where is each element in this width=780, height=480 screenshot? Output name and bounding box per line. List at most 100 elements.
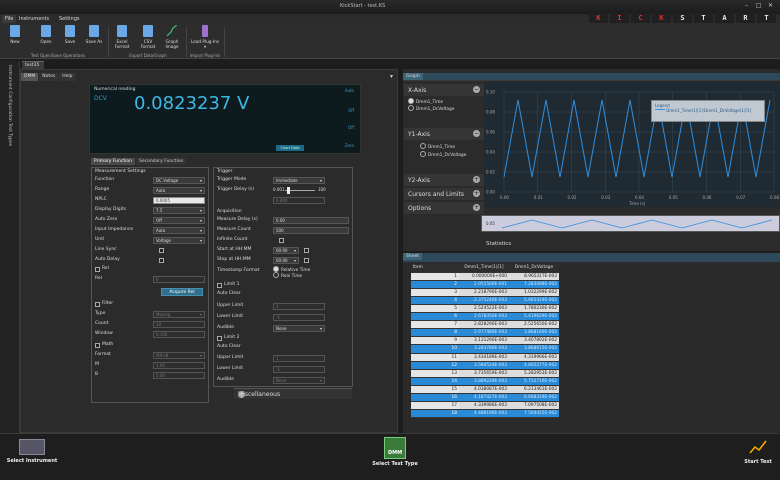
limit2-lower-input[interactable]: -1	[273, 366, 325, 373]
new-button[interactable]: New	[3, 25, 27, 44]
options-section[interactable]: Options +	[404, 202, 484, 214]
limit2-checkbox[interactable]	[217, 336, 222, 341]
measure-count-input[interactable]: 500	[273, 227, 349, 234]
table-row[interactable]: 11 3.434189E-003 4.319966E-002	[411, 353, 559, 362]
filter-checkbox[interactable]	[95, 302, 100, 307]
limit1-checkbox[interactable]	[217, 283, 222, 288]
tab-secondary-function[interactable]: Secondary Function	[135, 158, 187, 165]
overview-strip[interactable]: 0.05	[481, 215, 780, 232]
table-row[interactable]: 18 4.488196E-003 7.504425E-002	[411, 409, 559, 419]
y2-axis-section[interactable]: Y2-Axis +	[404, 174, 484, 186]
trigger-delay-input[interactable]: 0.000	[273, 197, 325, 204]
menu-settings[interactable]: Settings	[56, 15, 83, 23]
y1-time-checkbox[interactable]: Dmm1_Time	[408, 143, 455, 150]
function-select[interactable]: DC Voltage	[153, 177, 205, 184]
statistics-section[interactable]: Statistics	[404, 240, 780, 250]
measure-delay-input[interactable]: 0.00	[273, 217, 349, 224]
tab-primary-function[interactable]: Primary Function	[91, 158, 135, 165]
select-test-type-button[interactable]: DMM Select Test Type	[360, 437, 430, 467]
table-row[interactable]: 10 3.283780E-003 3.868615E-002	[411, 344, 559, 354]
filter-window-input[interactable]: 0.100	[153, 331, 205, 338]
select-instrument-button[interactable]: Select Instrument	[6, 439, 58, 464]
nplc-input[interactable]: 0.0005	[153, 197, 205, 204]
unit-select[interactable]: Voltage	[153, 237, 205, 244]
table-row[interactable]: 5 2.524522E-003 1.780230E-002	[411, 304, 559, 314]
menu-file[interactable]: File	[2, 15, 17, 23]
maximize-button[interactable]: □	[754, 2, 763, 10]
table-row[interactable]: 16 4.187427E-003 6.668319E-002	[411, 393, 559, 403]
stop-at-checkbox[interactable]	[304, 258, 309, 263]
filter-type-select[interactable]: Moving	[153, 311, 205, 318]
slider-thumb[interactable]	[287, 187, 290, 194]
close-button[interactable]: ✕	[766, 2, 775, 10]
csv-format-button[interactable]: CSV Format	[136, 25, 160, 49]
graph-image-button[interactable]: Graph Image	[160, 25, 184, 49]
x-axis-voltage-radio[interactable]: Dmm1_DcVoltage	[408, 105, 454, 112]
table-row[interactable]: 2 2.055500E-001 7.283088E-002	[411, 280, 559, 289]
miscellaneous-section[interactable]: Miscellaneous +	[234, 388, 352, 399]
sidebar-label[interactable]: Instrument Configuration Test Types	[7, 65, 12, 146]
excel-format-button[interactable]: Excel Format	[110, 25, 134, 49]
load-plugins-button[interactable]: Load Plug-Ins ▾	[190, 25, 220, 49]
limit2-audible-select[interactable]: None	[273, 377, 325, 384]
stop-at-input[interactable]: 00:00	[273, 257, 299, 264]
filter-count-input[interactable]: 10	[153, 321, 205, 328]
tab-sheet[interactable]: Sheet	[403, 253, 423, 260]
infinite-count-checkbox[interactable]	[279, 238, 284, 243]
table-row[interactable]: 14 3.889229E-003 5.752716E-002	[411, 377, 559, 386]
start-at-checkbox[interactable]	[304, 248, 309, 253]
x-axis-time-radio[interactable]: Dmm1_Time	[408, 98, 443, 105]
limit1-upper-input[interactable]: 1	[273, 303, 325, 310]
minimize-button[interactable]: –	[742, 2, 751, 10]
auto-zero-select[interactable]: Off	[153, 217, 205, 224]
table-row[interactable]: 13 3.735659E-003 5.282953E-002	[411, 369, 559, 378]
rel-input[interactable]: 0	[153, 276, 205, 283]
expand-icon[interactable]: +	[473, 204, 480, 211]
data-sheet[interactable]: Item Dmm1_Time(1)[1] Dmm1_DcVoltage 1 0.0…	[403, 262, 780, 433]
table-row[interactable]: 4 2.375240E-003 5.965424E-002	[411, 296, 559, 305]
limit2-upper-input[interactable]: 1	[273, 355, 325, 362]
table-row[interactable]: 7 2.828290E-003 2.525650E-002	[411, 320, 559, 330]
panel-menu-icon[interactable]: ▾	[390, 73, 393, 80]
tab-graph[interactable]: Graph	[403, 73, 423, 80]
tab-help[interactable]: Help	[59, 73, 76, 81]
table-row[interactable]: 17 4.339986E-003 7.097508E-002	[411, 401, 559, 411]
table-row[interactable]: 6 2.678350E-003 5.419629E-002	[411, 312, 559, 322]
line-sync-checkbox[interactable]	[159, 248, 164, 253]
cursors-limits-section[interactable]: Cursors and Limits +	[404, 188, 484, 200]
menu-instruments[interactable]: Instruments	[16, 15, 52, 23]
table-row[interactable]: 8 2.977480E-003 3.868160E-002	[411, 328, 559, 338]
start-test-button[interactable]: Start Test	[740, 439, 776, 465]
document-tab[interactable]: test35	[22, 61, 44, 69]
trigger-mode-select[interactable]: Immediate	[273, 177, 325, 184]
start-at-input[interactable]: 00:00	[273, 247, 299, 254]
save-button[interactable]: Save	[58, 25, 82, 44]
x-axis-section[interactable]: X-Axis −	[404, 84, 484, 96]
table-row[interactable]: 15 4.038087E-003 6.213461E-002	[411, 385, 559, 395]
rel-checkbox[interactable]	[95, 267, 100, 272]
collapse-icon[interactable]: −	[473, 130, 480, 137]
math-checkbox[interactable]	[95, 343, 100, 348]
input-impedance-select[interactable]: Auto	[153, 227, 205, 234]
range-select[interactable]: Auto	[153, 187, 205, 194]
table-row[interactable]: 1 0.000000E+000 8.96531TE-003	[411, 272, 559, 281]
real-time-radio[interactable]: Real Time	[273, 272, 302, 279]
table-row[interactable]: 3 2.218790E-003 1.032299E-002	[411, 288, 559, 297]
tab-dmm[interactable]: DMM	[21, 73, 39, 81]
open-button[interactable]: Open	[34, 25, 58, 44]
math-m-input[interactable]: 1.00	[153, 362, 205, 369]
math-format-select[interactable]: MX+B	[153, 352, 205, 359]
expand-icon[interactable]: +	[473, 176, 480, 183]
save-as-button[interactable]: Save As	[82, 25, 106, 44]
y1-axis-section[interactable]: Y1-Axis −	[404, 128, 484, 140]
display-digits-select[interactable]: 7.5	[153, 207, 205, 214]
limit1-audible-select[interactable]: None	[273, 325, 325, 332]
limit1-lower-input[interactable]: -1	[273, 314, 325, 321]
tab-notes[interactable]: Notes	[39, 73, 59, 81]
table-row[interactable]: 12 3.584524E-003 4.805277E-002	[411, 361, 559, 370]
auto-delay-checkbox[interactable]	[159, 258, 164, 263]
trigger-delay-slider[interactable]	[285, 187, 315, 194]
chart-data-button[interactable]: Chart Data	[276, 145, 304, 151]
table-row[interactable]: 9 3.131290E-003 3.407892E-002	[411, 336, 559, 346]
collapse-icon[interactable]: −	[473, 86, 480, 93]
